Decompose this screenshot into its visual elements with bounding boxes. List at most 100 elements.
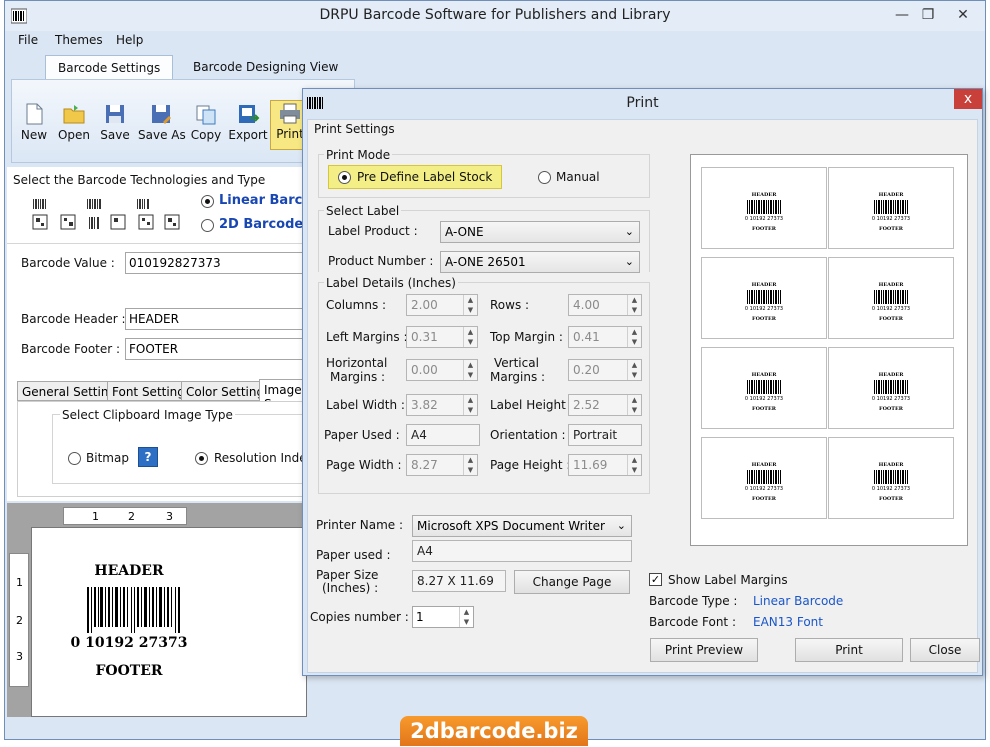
printer-name-value: Microsoft XPS Document Writer: [417, 519, 605, 533]
menu-file[interactable]: File: [18, 33, 38, 47]
preview-cell-footer: FOOTER: [752, 226, 776, 232]
preview-cell-header: HEADER: [751, 282, 777, 288]
export-icon: [239, 105, 260, 123]
label-height-spinner[interactable]: 2.52 ▲ ▼: [568, 394, 642, 416]
new-file-icon: [26, 103, 43, 125]
preview-cell-barcode: [747, 380, 781, 394]
bitmap-radio[interactable]: [68, 452, 81, 465]
minimize-button[interactable]: —: [889, 5, 915, 25]
barcode-header-input[interactable]: HEADER: [125, 308, 307, 330]
copy-label: Copy: [190, 128, 222, 142]
top-margin-spinner[interactable]: 0.41 ▲ ▼: [568, 326, 642, 348]
new-button[interactable]: New: [14, 102, 54, 142]
page-width-spinner[interactable]: 8.27 ▲ ▼: [406, 454, 478, 476]
spinner-arrows-icon[interactable]: ▲ ▼: [463, 295, 477, 315]
ruler-mark: 1: [16, 576, 23, 589]
close-button[interactable]: Close: [910, 638, 980, 662]
rows-label: Rows :: [490, 298, 530, 312]
print-preview-button[interactable]: Print Preview: [650, 638, 758, 662]
preview-cell-footer: FOOTER: [752, 496, 776, 502]
barcode-footer-label: Barcode Footer :: [21, 342, 121, 356]
product-number-dropdown[interactable]: A-ONE 26501 ⌄: [440, 251, 640, 273]
predefine-highlight[interactable]: Pre Define Label Stock: [328, 165, 502, 189]
save-button[interactable]: Save: [95, 102, 135, 142]
preview-label-cell: HEADER 0 10192 27373 FOOTER: [701, 257, 827, 339]
linear-barcode-radio[interactable]: [201, 195, 214, 208]
barcode-settings-panel: Select the Barcode Technologies and Type…: [7, 167, 329, 501]
manual-radio[interactable]: [538, 171, 551, 184]
spinner-arrows-icon[interactable]: ▲ ▼: [459, 607, 473, 627]
clipboard-image-group: [52, 414, 308, 484]
open-label: Open: [57, 128, 91, 142]
print-settings-title: Print Settings: [312, 122, 397, 136]
copies-value: 1: [416, 610, 424, 624]
label-product-dropdown[interactable]: A-ONE ⌄: [440, 221, 640, 243]
spinner-arrows-icon[interactable]: ▲ ▼: [463, 360, 477, 380]
open-button[interactable]: Open: [54, 102, 94, 142]
label-width-spinner[interactable]: 3.82 ▲ ▼: [406, 394, 478, 416]
rows-spinner[interactable]: 4.00 ▲ ▼: [568, 294, 642, 316]
page-height-spinner[interactable]: 11.69 ▲ ▼: [568, 454, 642, 476]
menu-themes[interactable]: Themes: [55, 33, 103, 47]
restore-button[interactable]: ❐: [915, 5, 941, 25]
printer-name-dropdown[interactable]: Microsoft XPS Document Writer ⌄: [412, 515, 632, 537]
tab-barcode-settings[interactable]: Barcode Settings: [45, 55, 174, 79]
label-details-title: Label Details (Inches): [324, 276, 458, 290]
horizontal-margins-value: 0.00: [411, 363, 438, 377]
preview-cell-header: HEADER: [878, 462, 904, 468]
dialog-close-icon[interactable]: x: [954, 89, 982, 109]
barcode-footer-input[interactable]: FOOTER: [125, 338, 307, 360]
horizontal-margins-spinner[interactable]: 0.00 ▲ ▼: [406, 359, 478, 381]
barcode-label-preview[interactable]: HEADER 0 10192 27373 FOOTER: [65, 557, 193, 691]
export-button[interactable]: Export: [228, 102, 268, 142]
spinner-arrows-icon[interactable]: ▲ ▼: [627, 295, 641, 315]
chevron-down-icon: ⌄: [624, 225, 634, 238]
resolution-independent-label: Resolution Independ: [214, 451, 308, 465]
preview-cell-number: 0 10192 27373: [744, 396, 784, 402]
menu-help[interactable]: Help: [116, 33, 143, 47]
copy-button[interactable]: Copy: [186, 102, 226, 142]
preview-cell-barcode: [874, 470, 908, 484]
spinner-arrows-icon[interactable]: ▲ ▼: [627, 395, 641, 415]
barcode-font-value: EAN13 Font: [753, 615, 823, 629]
preview-cell-footer: FOOTER: [879, 316, 903, 322]
preview-label-cell: HEADER 0 10192 27373 FOOTER: [828, 347, 954, 429]
preview-label-cell: HEADER 0 10192 27373 FOOTER: [701, 437, 827, 519]
barcode-value-input[interactable]: 010192827373: [125, 252, 307, 274]
preview-cell-number: 0 10192 27373: [744, 216, 784, 222]
preview-cell-footer: FOOTER: [752, 316, 776, 322]
save-as-button[interactable]: Save As: [138, 102, 186, 142]
2d-barcode-label: 2D Barcode: [219, 217, 304, 232]
print-button[interactable]: Print: [795, 638, 903, 662]
preview-label-cell: HEADER 0 10192 27373 FOOTER: [701, 167, 827, 249]
vertical-margins-spinner[interactable]: 0.20 ▲ ▼: [568, 359, 642, 381]
spinner-arrows-icon[interactable]: ▲ ▼: [627, 360, 641, 380]
help-icon[interactable]: ?: [138, 447, 158, 467]
paper-size-label-2: (Inches) :: [322, 581, 379, 595]
left-margins-spinner[interactable]: 0.31 ▲ ▼: [406, 326, 478, 348]
spinner-arrows-icon[interactable]: ▲ ▼: [463, 327, 477, 347]
label-width-value: 3.82: [411, 398, 438, 412]
spinner-arrows-icon[interactable]: ▲ ▼: [627, 327, 641, 347]
preview-footer-text: FOOTER: [95, 663, 163, 679]
2d-barcode-radio[interactable]: [201, 219, 214, 232]
tab-barcode-designing-view[interactable]: Barcode Designing View: [181, 55, 350, 79]
tab-image-settings[interactable]: Image Se: [259, 379, 307, 401]
resolution-independent-radio[interactable]: [195, 452, 208, 465]
preview-label-cell: HEADER 0 10192 27373 FOOTER: [828, 257, 954, 339]
top-margin-value: 0.41: [573, 330, 600, 344]
copies-spinner[interactable]: 1 ▲ ▼: [412, 606, 474, 628]
change-page-button[interactable]: Change Page: [514, 570, 630, 594]
spinner-arrows-icon[interactable]: ▲ ▼: [463, 455, 477, 475]
show-margins-checkbox[interactable]: ✓: [649, 573, 662, 586]
spinner-arrows-icon[interactable]: ▲ ▼: [627, 455, 641, 475]
app-title: DRPU Barcode Software for Publishers and…: [319, 7, 671, 23]
orientation-field: Portrait: [568, 424, 642, 446]
spinner-arrows-icon[interactable]: ▲ ▼: [463, 395, 477, 415]
close-window-button[interactable]: ✕: [943, 5, 983, 25]
technology-label: Select the Barcode Technologies and Type: [13, 173, 266, 187]
columns-spinner[interactable]: 2.00 ▲ ▼: [406, 294, 478, 316]
predefine-radio[interactable]: [338, 171, 351, 184]
preview-header-text: HEADER: [94, 563, 164, 579]
preview-cell-barcode: [874, 200, 908, 214]
